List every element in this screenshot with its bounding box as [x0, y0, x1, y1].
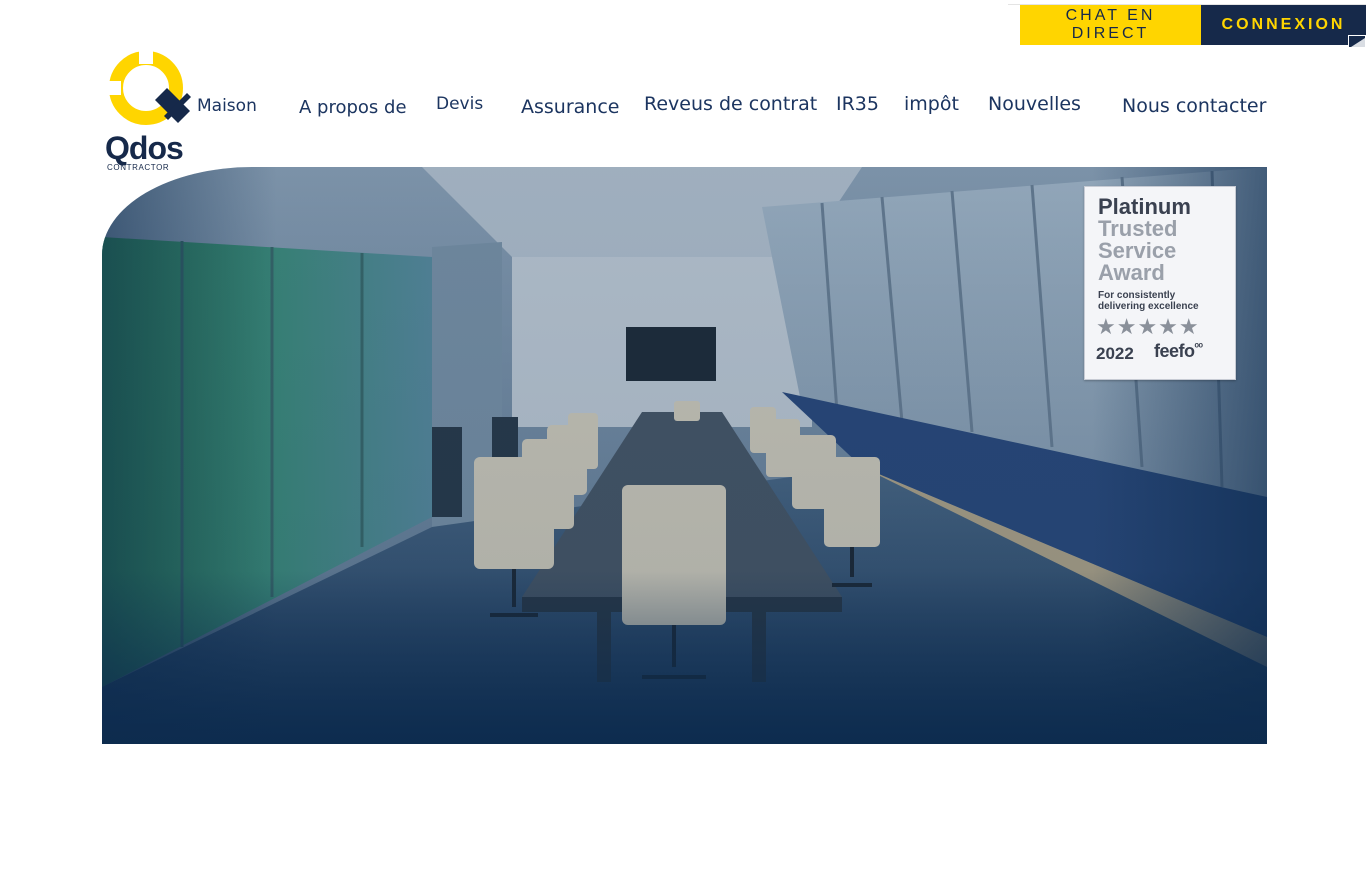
nav-item-contact[interactable]: Nous contacter	[1122, 95, 1266, 117]
award-line-service: Service	[1098, 238, 1177, 263]
login-button[interactable]: CONNEXION	[1201, 5, 1366, 45]
top-utility-bar: CHAT EN DIRECT CONNEXION	[1008, 4, 1366, 48]
award-subtitle: For consistently delivering excellence	[1098, 290, 1199, 312]
award-year: 2022	[1096, 344, 1134, 363]
nav-item-quote[interactable]: Devis	[436, 94, 483, 114]
logo-wordmark: Qdos	[105, 130, 184, 166]
feefo-eyes-icon: ᵒᵒ	[1194, 341, 1204, 353]
feefo-award-badge[interactable]: Platinum Trusted Service Award For consi…	[1084, 186, 1236, 380]
feefo-wordmark: feefo	[1154, 341, 1195, 361]
award-line-award: Award	[1098, 260, 1165, 285]
logo-mark-icon	[107, 50, 191, 125]
live-chat-button[interactable]: CHAT EN DIRECT	[1020, 5, 1201, 45]
feefo-logo: feefoᵒᵒ	[1154, 341, 1203, 362]
award-line-trusted: Trusted	[1098, 216, 1178, 241]
award-sub-line2: delivering excellence	[1098, 301, 1199, 312]
nav-item-insurance[interactable]: Assurance	[521, 96, 619, 118]
award-sub-line1: For consistently	[1098, 290, 1176, 301]
nav-item-ir35[interactable]: IR35	[836, 93, 879, 115]
award-line-platinum: Platinum	[1098, 194, 1191, 219]
award-title: Platinum Trusted Service Award	[1098, 196, 1191, 284]
nav-item-contract-review[interactable]: Reveus de contrat	[644, 93, 817, 115]
nav-item-about[interactable]: A propos de	[299, 97, 407, 118]
logo-tagline: CONTRACTOR	[107, 163, 170, 172]
nav-item-maison[interactable]: Maison	[197, 96, 257, 116]
rating-stars-icon: ★★★★★	[1096, 314, 1200, 339]
nav-item-tax[interactable]: impôt	[904, 93, 959, 115]
page-corner-icon	[1348, 35, 1366, 48]
nav-item-news[interactable]: Nouvelles	[988, 93, 1081, 115]
qdos-logo[interactable]: Qdos CONTRACTOR	[105, 48, 191, 174]
